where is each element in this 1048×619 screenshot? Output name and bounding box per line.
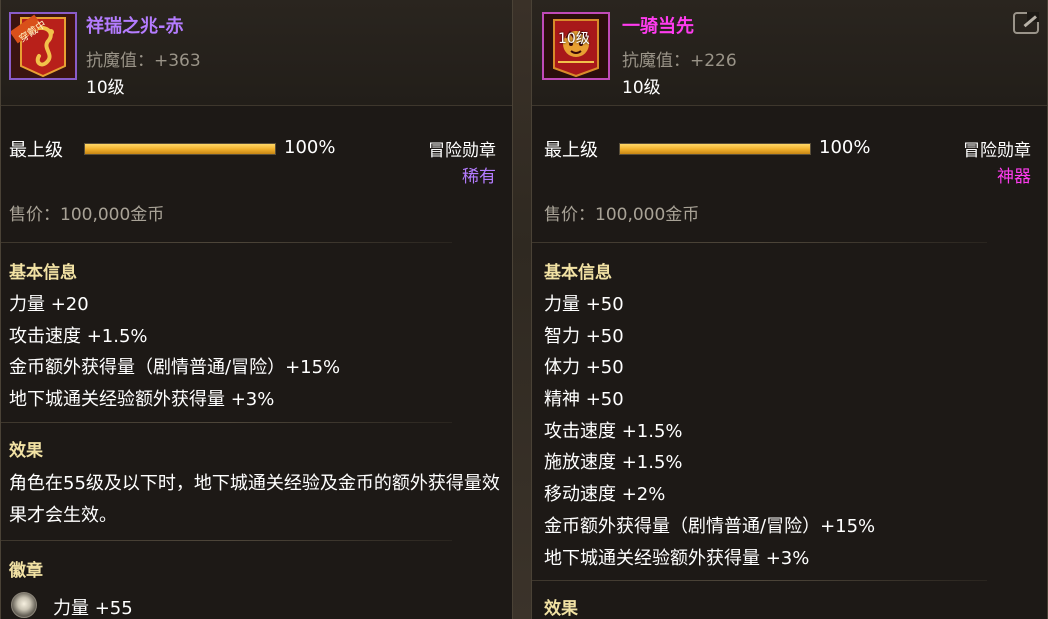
stat-line: 移动速度 +2% — [544, 484, 666, 506]
stat-line: 攻击速度 +1.5% — [9, 325, 148, 347]
grade-bar-fill — [85, 144, 275, 154]
stat-line: 金币额外获得量（剧情普通/冒险）+15% — [9, 357, 341, 379]
stat-line: 力量 +20 — [9, 294, 89, 315]
grade-label: 最上级 — [9, 140, 63, 161]
basic-stat-list: 力量 +20 攻击速度 +1.5% 金币额外获得量（剧情普通/冒险）+15% 地… — [9, 289, 340, 416]
grade-bar — [84, 143, 276, 155]
tooltip-header: 10级 一骑当先 抗魔值：+226 10级 — [532, 0, 1047, 106]
item-tooltip-right: 10级 一骑当先 抗魔值：+226 10级 最上级 100% 冒险勋章 神器 售… — [531, 0, 1048, 619]
emblem-title: 徽章 — [9, 561, 43, 581]
grade-percent: 100% — [284, 137, 336, 158]
sell-price: 售价：100,000金币 — [9, 205, 165, 225]
emblem-icon — [11, 592, 37, 618]
divider — [1, 242, 452, 243]
stat-line: 攻击速度 +1.5% — [544, 420, 683, 442]
basic-stat-list: 力量 +50 智力 +50 体力 +50 精神 +50 攻击速度 +1.5% 施… — [544, 289, 875, 574]
magic-resist: 抗魔值：+226 — [622, 51, 737, 71]
background-gap — [513, 0, 531, 619]
divider — [532, 580, 987, 581]
red-tiger-banner-icon: 10级 — [542, 12, 610, 80]
effect-description: 角色在55级及以下时，地下城通关经验及金币的额外获得量效果才会生效。 — [9, 473, 500, 526]
external-link-icon[interactable] — [1013, 12, 1039, 34]
stat-line: 精神 +50 — [544, 389, 624, 411]
red-dragon-banner-icon: 穿戴中 — [9, 12, 77, 80]
stat-line: 金币额外获得量（剧情普通/冒险）+15% — [544, 515, 876, 537]
item-level: 10级 — [622, 78, 661, 98]
basic-info-title: 基本信息 — [544, 263, 612, 283]
stat-line: 施放速度 +1.5% — [544, 452, 683, 474]
magic-resist: 抗魔值：+363 — [86, 51, 201, 71]
stat-line: 地下城通关经验额外获得量 +3% — [9, 389, 275, 411]
item-name: 一骑当先 — [622, 16, 694, 37]
stat-line: 力量 +50 — [544, 294, 624, 315]
item-rarity: 稀有 — [462, 167, 496, 187]
divider — [1, 540, 452, 541]
item-rarity: 神器 — [997, 167, 1031, 187]
sell-price: 售价：100,000金币 — [544, 205, 700, 225]
stat-line: 智力 +50 — [544, 325, 624, 347]
basic-info-title: 基本信息 — [9, 263, 77, 283]
level-badge: 10级 — [558, 31, 590, 47]
effect-title: 效果 — [544, 599, 578, 619]
tooltip-header: 穿戴中 祥瑞之兆-赤 抗魔值：+363 10级 — [1, 0, 512, 106]
stat-line: 体力 +50 — [544, 357, 624, 379]
stat-line: 地下城通关经验额外获得量 +3% — [544, 547, 810, 569]
grade-label: 最上级 — [544, 140, 598, 161]
divider — [1, 422, 452, 423]
grade-bar-fill — [620, 144, 810, 154]
divider — [532, 242, 987, 243]
grade-bar — [619, 143, 811, 155]
grade-row: 最上级 100% 冒险勋章 — [544, 136, 1031, 162]
effect-title: 效果 — [9, 441, 43, 461]
item-type: 冒险勋章 — [963, 141, 1031, 161]
grade-row: 最上级 100% 冒险勋章 — [9, 136, 496, 162]
item-tooltip-left: 穿戴中 祥瑞之兆-赤 抗魔值：+363 10级 最上级 100% 冒险勋章 稀有… — [0, 0, 513, 619]
item-level: 10级 — [86, 78, 125, 98]
grade-percent: 100% — [819, 137, 871, 158]
item-name: 祥瑞之兆-赤 — [86, 16, 184, 37]
item-type: 冒险勋章 — [428, 141, 496, 161]
emblem-stat: 力量 +55 — [53, 598, 133, 619]
